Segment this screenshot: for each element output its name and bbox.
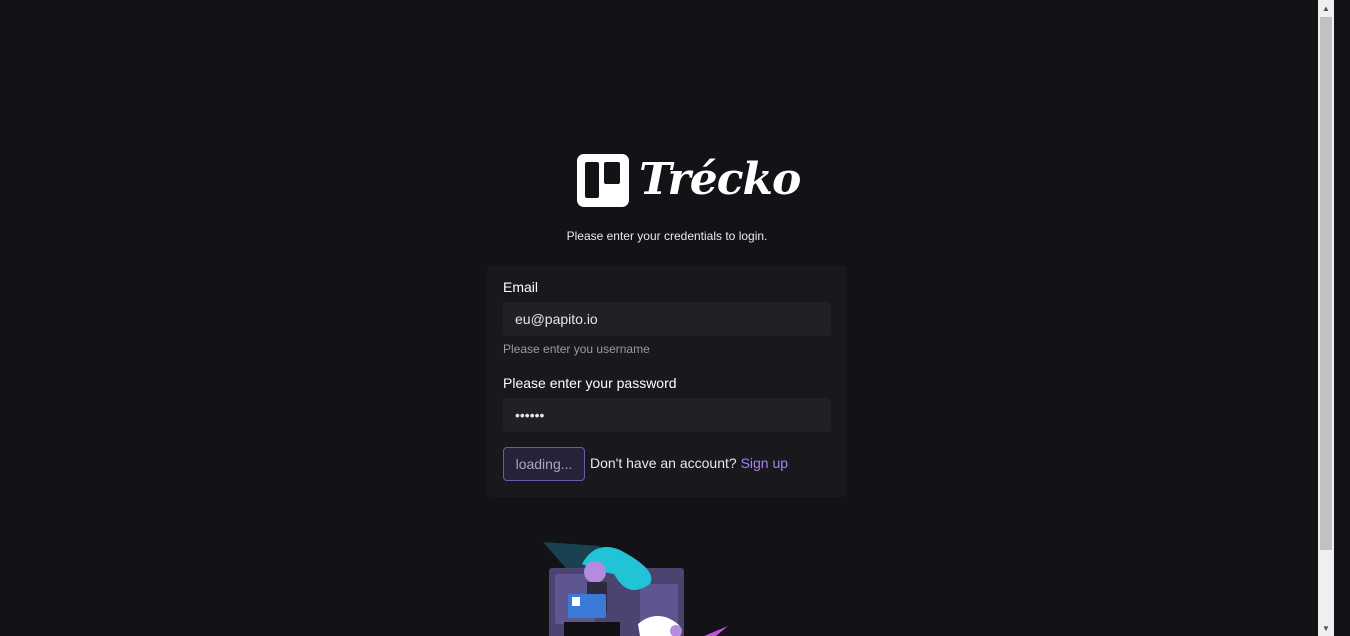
signup-prompt: Don't have an account? Sign up [590, 455, 788, 471]
scroll-down-arrow-icon[interactable]: ▼ [1318, 620, 1334, 636]
login-subtitle: Please enter your credentials to login. [566, 229, 768, 243]
scrollbar-thumb[interactable] [1320, 17, 1332, 550]
brand-name: Trécko [639, 154, 801, 205]
signup-prompt-text: Don't have an account? [590, 455, 737, 471]
password-field[interactable] [503, 398, 831, 432]
vertical-scrollbar[interactable]: ▲ ▼ [1318, 0, 1334, 636]
scroll-up-arrow-icon[interactable]: ▲ [1318, 0, 1334, 16]
login-illustration [543, 542, 728, 636]
board-logo-icon [577, 153, 629, 207]
email-label: Email [503, 279, 539, 295]
login-button[interactable]: loading... [503, 447, 585, 481]
email-helper-text: Please enter you username [503, 342, 650, 356]
password-label: Please enter your password [503, 375, 677, 391]
login-form-card: Email Please enter you username Please e… [487, 266, 847, 497]
email-field[interactable] [503, 302, 831, 336]
brand-logo: Trécko [577, 152, 801, 208]
login-page: Trécko Please enter your credentials to … [0, 0, 1334, 636]
signup-link[interactable]: Sign up [741, 455, 788, 471]
